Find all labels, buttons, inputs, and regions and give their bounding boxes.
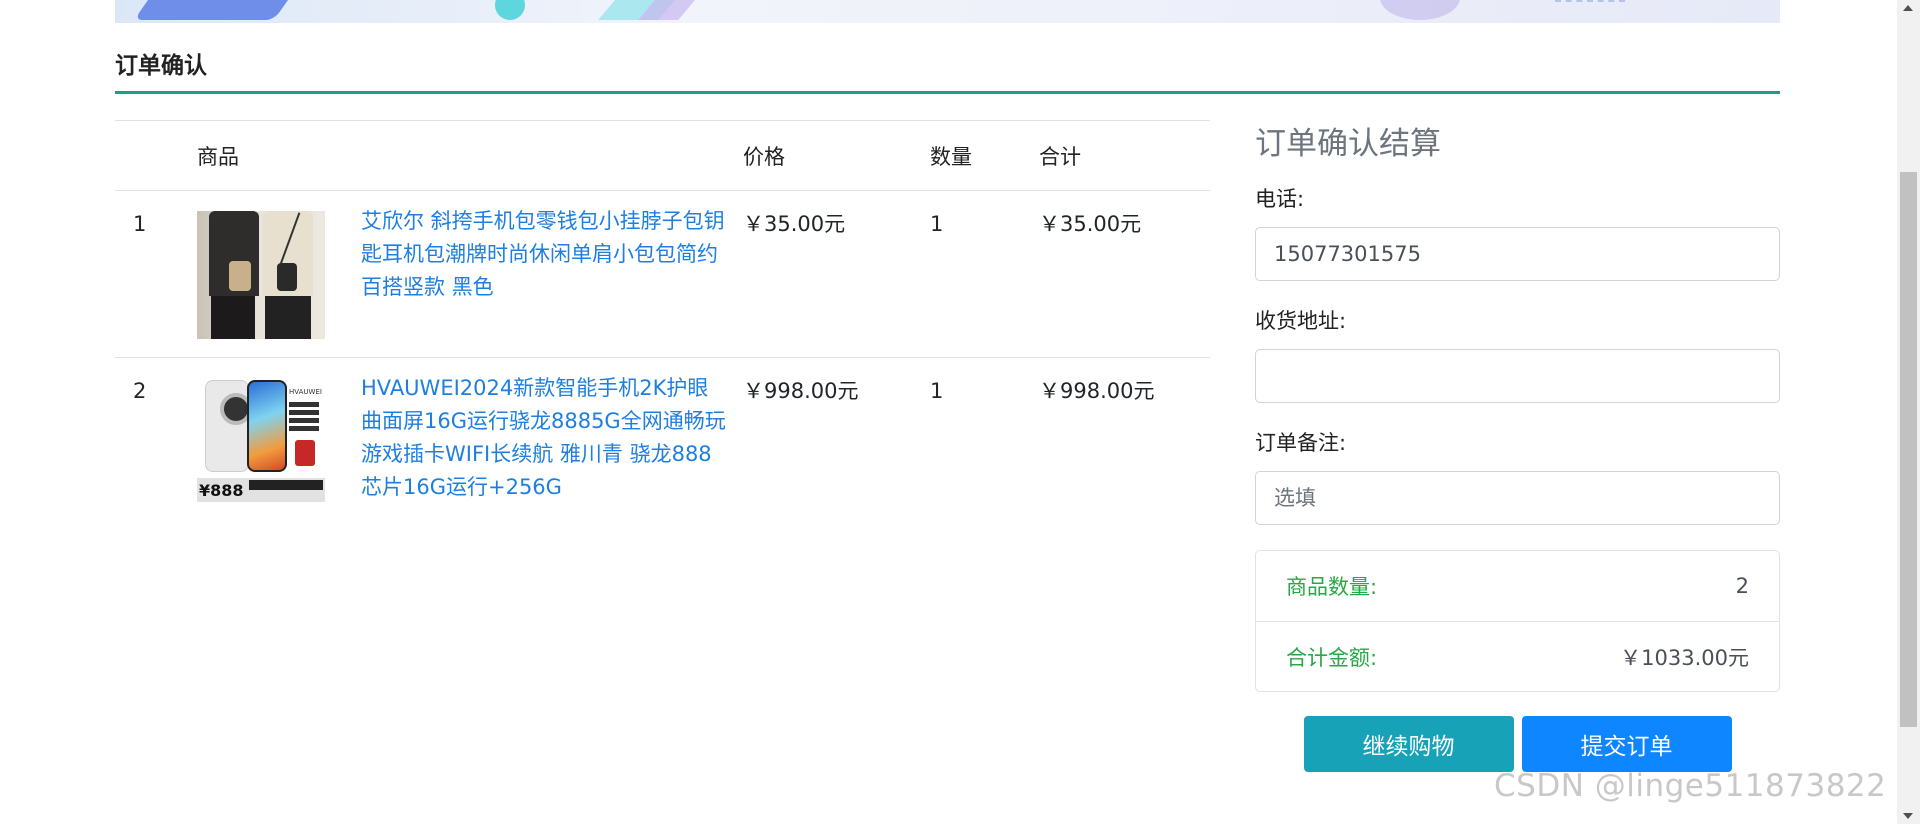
page-title: 订单确认 bbox=[115, 53, 207, 79]
table-row: 1 艾欣尔 斜挎手机包零钱包小挂脖子包钥匙耳机包潮牌时尚休闲单肩小包包简约百搭竖… bbox=[115, 191, 1210, 358]
total-amount-value: ￥1033.00元 bbox=[1620, 645, 1749, 670]
product-quantity: 1 bbox=[930, 212, 944, 236]
continue-shopping-button[interactable]: 继续购物 bbox=[1303, 716, 1514, 772]
product-price: ￥35.00元 bbox=[743, 212, 846, 236]
watermark: CSDN @linge511873822 bbox=[1494, 768, 1887, 804]
checkout-panel: 订单确认结算 电话: 收货地址: 订单备注: 商品数量: 2 合计金额: ￥10… bbox=[1255, 118, 1780, 772]
phone-product-image[interactable]: HVAUWEI ¥888 bbox=[197, 378, 325, 506]
bag-product-image[interactable] bbox=[197, 211, 325, 339]
total-amount-label: 合计金额: bbox=[1286, 645, 1378, 670]
header-index bbox=[115, 121, 196, 191]
product-quantity: 1 bbox=[930, 379, 944, 403]
product-name-cell: HVAUWEI2024新款智能手机2K护眼曲面屏16G运行骁龙8885G全网通畅… bbox=[360, 358, 739, 525]
product-link[interactable]: 艾欣尔 斜挎手机包零钱包小挂脖子包钥匙耳机包潮牌时尚休闲单肩小包包简约百搭竖款 … bbox=[361, 205, 729, 304]
total-amount-row: 合计金额: ￥1033.00元 bbox=[1256, 621, 1779, 691]
table-row: 2 HVAUWEI ¥888 HVAUWEI2024新款智能手机2K护眼曲面屏1… bbox=[115, 358, 1210, 525]
address-label: 收货地址: bbox=[1255, 309, 1347, 333]
title-divider bbox=[115, 91, 1780, 94]
header-quantity: 数量 bbox=[930, 144, 972, 169]
product-subtotal: ￥35.00元 bbox=[1039, 212, 1142, 236]
product-link[interactable]: HVAUWEI2024新款智能手机2K护眼曲面屏16G运行骁龙8885G全网通畅… bbox=[361, 372, 729, 504]
address-input[interactable] bbox=[1255, 349, 1780, 403]
product-subtotal: ￥998.00元 bbox=[1039, 379, 1155, 403]
page-scrollbar[interactable] bbox=[1897, 0, 1920, 824]
row-index: 2 bbox=[133, 379, 147, 403]
action-buttons: 继续购物 提交订单 bbox=[1255, 716, 1780, 772]
table-header-row: 商品 价格 数量 合计 bbox=[115, 120, 1210, 191]
order-items-table: 商品 价格 数量 合计 1 艾欣尔 斜挎手机包零钱包小挂脖子包钥匙耳机包潮牌时尚… bbox=[115, 120, 1210, 524]
row-index: 1 bbox=[133, 212, 147, 236]
phone-label: 电话: bbox=[1255, 187, 1305, 211]
product-image-cell bbox=[196, 191, 360, 358]
product-name-cell: 艾欣尔 斜挎手机包零钱包小挂脖子包钥匙耳机包潮牌时尚休闲单肩小包包简约百搭竖款 … bbox=[360, 191, 739, 358]
note-label: 订单备注: bbox=[1255, 431, 1347, 455]
header-subtotal: 合计 bbox=[1039, 144, 1081, 169]
scroll-thumb[interactable] bbox=[1900, 172, 1917, 727]
product-price: ￥998.00元 bbox=[743, 379, 859, 403]
scroll-down-arrow-icon[interactable] bbox=[1903, 813, 1913, 819]
header-product: 商品 bbox=[197, 144, 239, 169]
scroll-up-arrow-icon[interactable] bbox=[1903, 5, 1913, 11]
item-count-row: 商品数量: 2 bbox=[1256, 551, 1779, 621]
top-banner-image bbox=[115, 0, 1780, 23]
item-count-value: 2 bbox=[1735, 574, 1749, 598]
note-input[interactable] bbox=[1255, 471, 1780, 525]
header-price: 价格 bbox=[743, 144, 785, 169]
order-summary: 商品数量: 2 合计金额: ￥1033.00元 bbox=[1255, 550, 1780, 692]
phone-input[interactable] bbox=[1255, 227, 1780, 281]
product-image-cell: HVAUWEI ¥888 bbox=[196, 358, 360, 525]
item-count-label: 商品数量: bbox=[1286, 575, 1378, 599]
submit-order-button[interactable]: 提交订单 bbox=[1521, 716, 1732, 772]
checkout-title: 订单确认结算 bbox=[1255, 126, 1441, 162]
